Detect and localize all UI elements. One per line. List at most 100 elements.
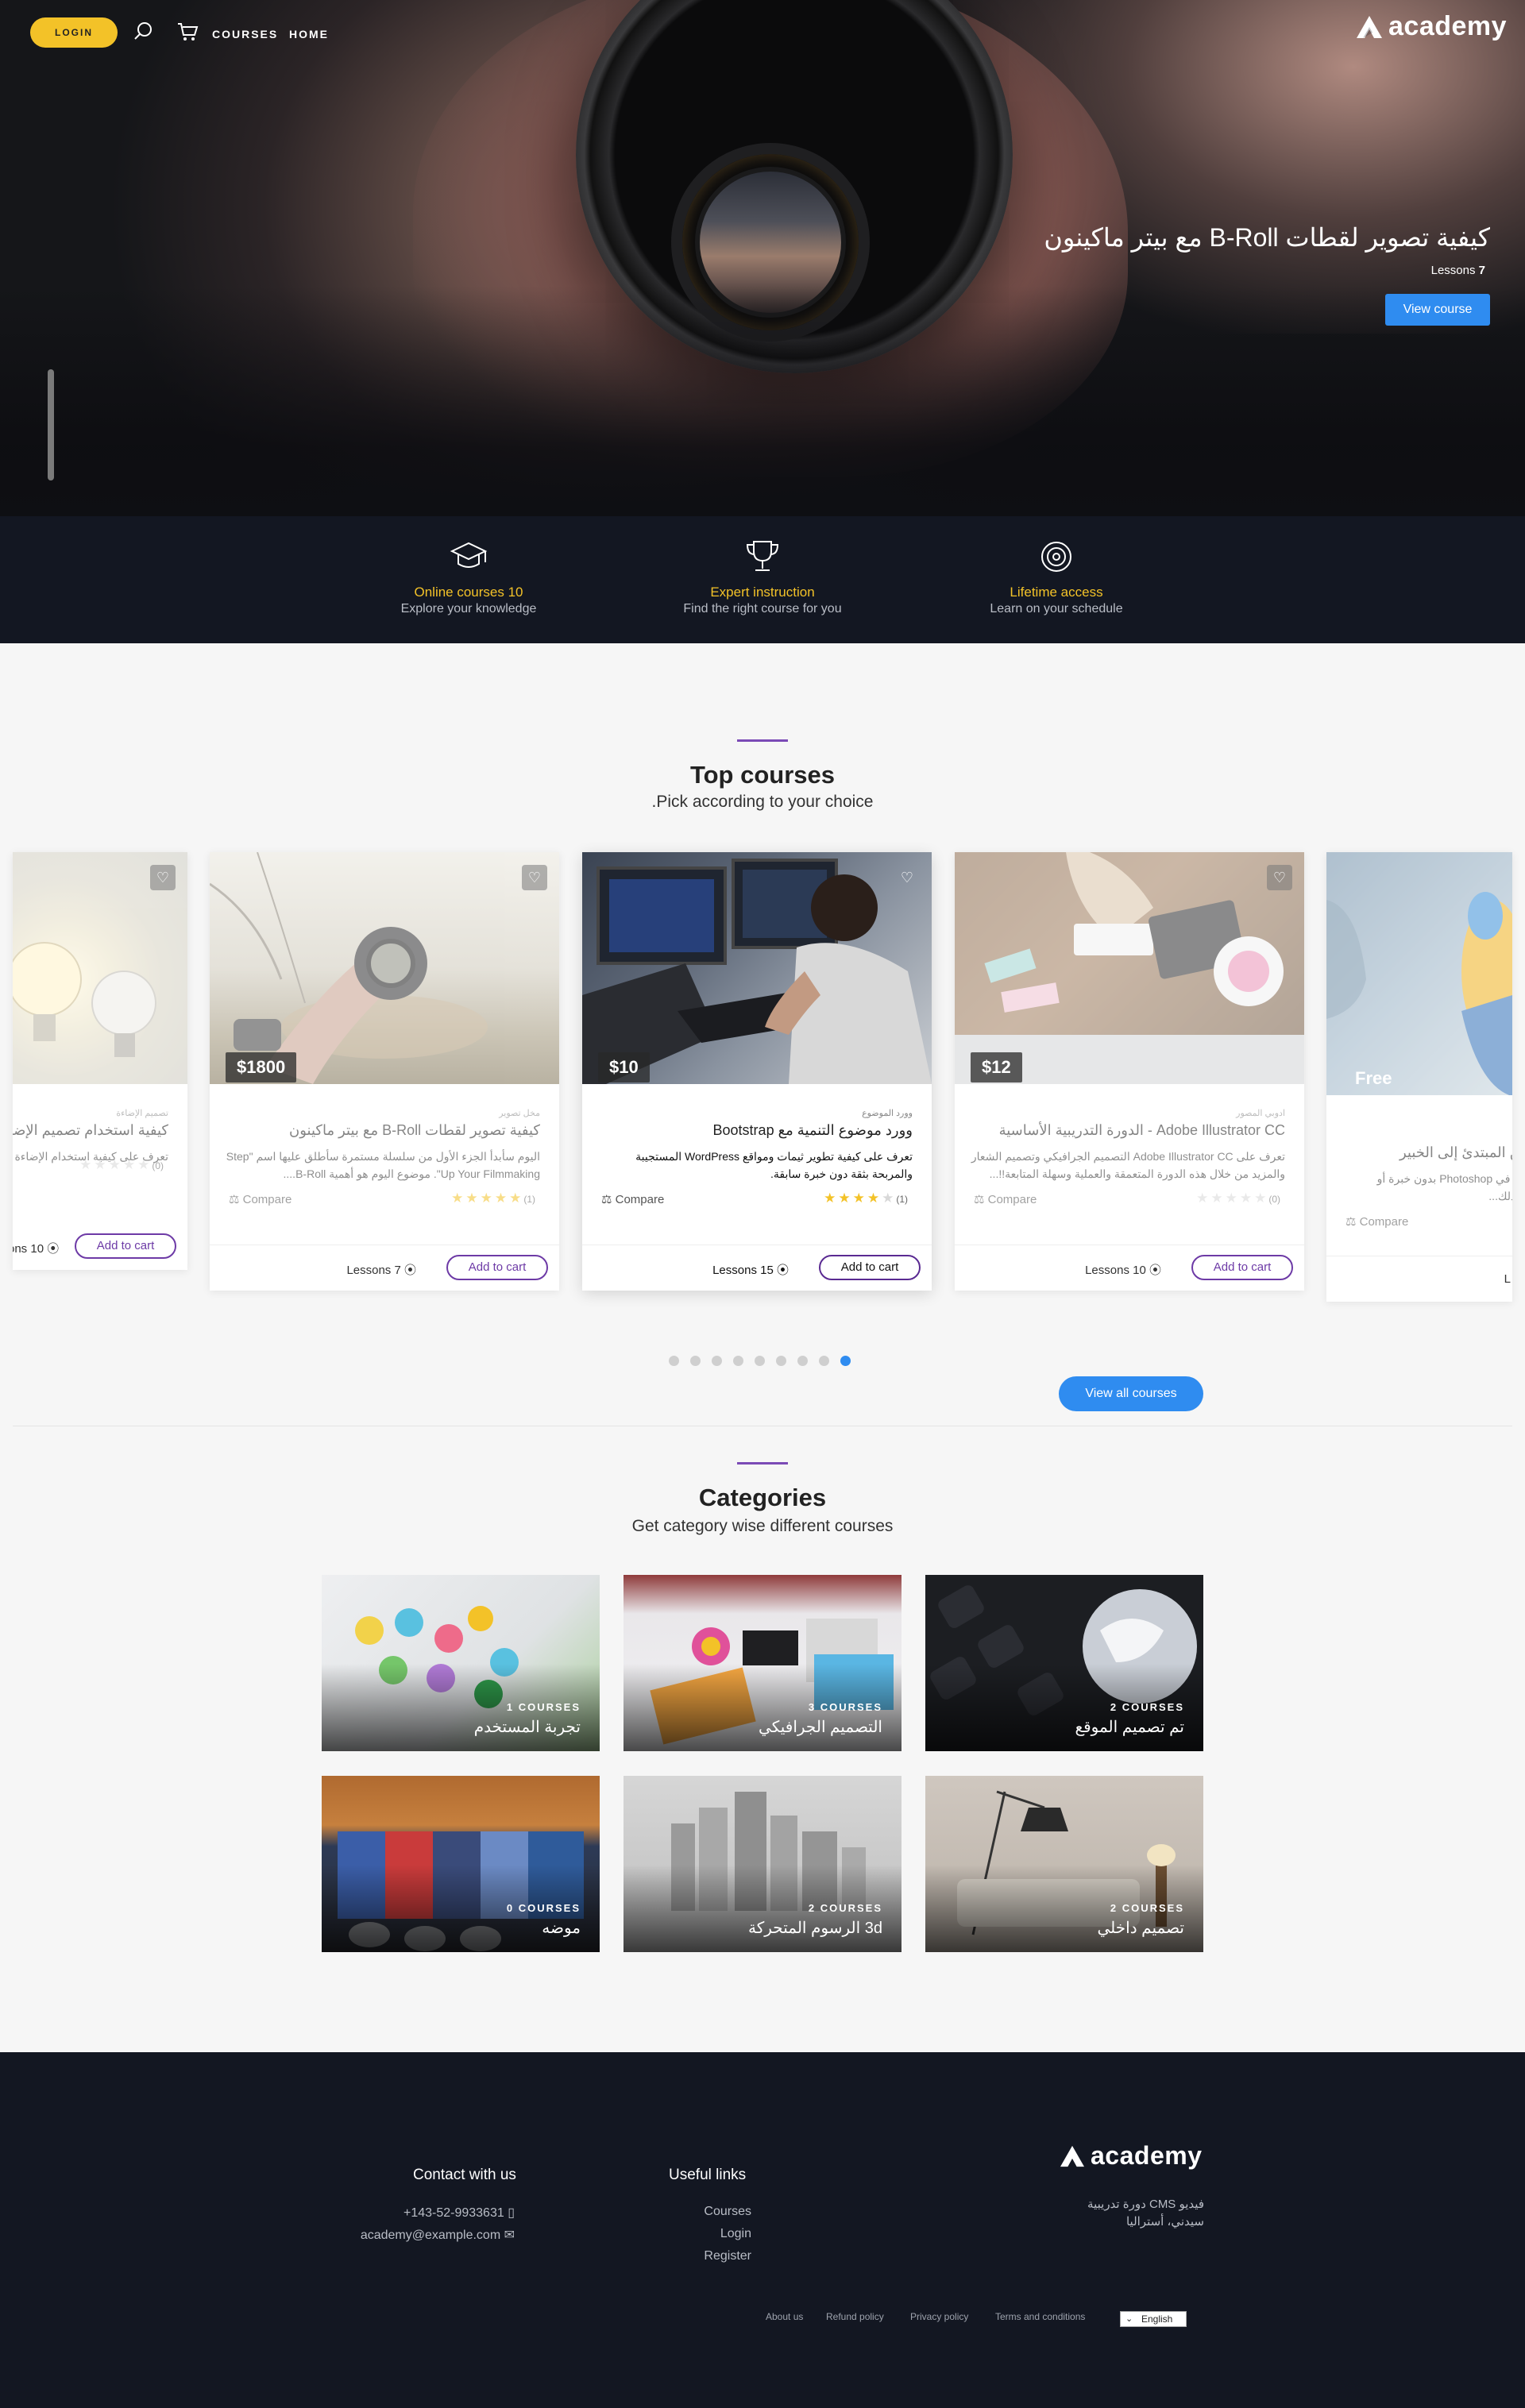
course-title[interactable]: كيفية تصوير لقطات B-Roll مع بيتر ماكينون [222,1122,540,1139]
wishlist-heart-icon[interactable]: ♡ [522,865,547,890]
course-carousel-dots [669,1356,862,1366]
categories-subtitle: Get category wise different courses [631,1517,894,1535]
add-to-cart-button[interactable]: Add to cart [819,1255,921,1280]
footer-link-login[interactable]: Login [635,2227,751,2241]
carousel-dot[interactable] [840,1356,851,1366]
developer-at-computer-image [582,859,932,1084]
category-name: تجربة المستخدم [473,1719,581,1736]
course-title[interactable]: : من المبتدئ إلى الخبير [1361,1144,1512,1161]
course-card-body: مخل تصوير كيفية تصوير لقطات B-Roll مع بي… [210,1108,559,1235]
carousel-dot[interactable] [690,1356,701,1366]
login-button[interactable]: LOGIN [30,17,118,48]
compare-link[interactable]: ⚖ Compare [974,1192,1037,1206]
category-course-count: 2 COURSES [1110,1902,1184,1914]
brand-logo-icon [1060,2145,1084,2167]
category-course-count: 2 COURSES [808,1902,882,1914]
footer-privacy-policy-link[interactable]: Privacy policy [910,2311,968,2322]
category-tile-web-design[interactable]: 2 COURSES تم تصميم الموقع [925,1575,1203,1751]
course-card-active[interactable]: ♡ $10 وورد الموضوع وورد موضوع التنمية مع… [582,852,932,1291]
footer-link-courses[interactable]: Courses [635,2205,751,2219]
carousel-dot[interactable] [755,1356,765,1366]
view-all-courses-button[interactable]: View all courses [1059,1376,1203,1411]
category-course-count: 0 COURSES [506,1902,581,1914]
carousel-dot[interactable] [797,1356,808,1366]
target-icon [1041,542,1071,572]
wishlist-heart-icon[interactable]: ♡ [894,865,920,890]
course-rating: ★★★★★(1) [824,1190,908,1206]
category-name: تصميم داخلي [1097,1920,1185,1937]
wishlist-heart-icon[interactable]: ♡ [1267,865,1292,890]
footer-phone[interactable]: +143-52-9933631 ▯ [365,2205,515,2221]
top-courses-subtitle: .Pick according to your choice [651,793,874,811]
course-card[interactable]: Free : من المبتدئ إلى الخبير خبيراً في P… [1326,852,1512,1302]
feature-title: Online courses 10 [414,585,523,600]
wishlist-heart-icon[interactable]: ♡ [150,865,176,890]
cart-icon[interactable] [176,21,199,43]
graduation-cap-icon [450,542,488,568]
feature-subtitle: Learn on your schedule [990,602,1123,616]
useful-links-title: Useful links [669,2167,747,2183]
nav-home-link[interactable]: HOME [289,28,329,41]
feature-subtitle: Find the right course for you [683,602,842,616]
course-card[interactable]: ♡ $12 ادوبي المصور Adobe Illustrator CC … [955,852,1304,1291]
course-card[interactable]: ♡ $1800 مخل تصوير كيفية تصوير لقطات B-Ro… [210,852,559,1291]
category-course-count: 2 COURSES [1110,1701,1184,1713]
footer-about-us-link[interactable]: About us [766,2311,803,2322]
category-tile-interior-design[interactable]: 2 COURSES تصميم داخلي [925,1776,1203,1952]
footer-address-line2: سيدني، أستراليا [1125,2215,1204,2229]
course-card-footer: Lessons 15 ⦿ Add to cart [582,1245,932,1291]
language-select[interactable]: ⌄ English [1120,2311,1187,2327]
course-card[interactable]: ♡ تصميم الإضاءة كيفية استخدام تصميم الإض… [13,852,187,1270]
footer-refund-policy-link[interactable]: Refund policy [826,2311,884,2322]
view-course-button[interactable]: View course [1385,294,1490,326]
category-tile-graphic-design[interactable]: 3 COURSES التصميم الجرافيكي [624,1575,901,1751]
compare-link[interactable]: ⚖ Compare [601,1192,664,1206]
brand-logo[interactable]: academy [1355,11,1507,42]
category-tile-fashion[interactable]: 0 COURSES موضه [322,1776,600,1952]
hero-course-title: كيفية تصوير لقطات B-Roll مع بيتر ماكينون [1044,223,1490,252]
course-rating: ★★★★★(0) [79,1157,164,1172]
compare-link[interactable]: ⚖ Compare [1345,1214,1408,1229]
language-select-value: English [1141,2313,1173,2325]
course-thumbnail [582,852,932,1084]
course-title[interactable]: Adobe Illustrator CC - الدورة التدريبية … [967,1122,1285,1139]
course-rating: ★★★★★(0) [1196,1190,1280,1206]
carousel-dot[interactable] [733,1356,743,1366]
hero-slider-indicator[interactable] [48,369,54,480]
category-name: التصميم الجرافيكي [759,1719,882,1736]
course-category: تصميم الإضاءة [116,1109,168,1118]
category-name: تم تصميم الموقع [1075,1719,1184,1736]
brand-logo-icon [1357,15,1382,38]
footer-terms-link[interactable]: Terms and conditions [995,2311,1085,2322]
carousel-dot[interactable] [776,1356,786,1366]
site-footer: academy فيديو CMS دورة تدريبية سيدني، أس… [0,2052,1525,2408]
nav-courses-link[interactable]: COURSES [212,28,278,41]
course-thumbnail [1326,852,1512,1095]
category-course-count: 3 COURSES [808,1701,882,1713]
brand-name: academy [1388,11,1508,41]
course-category: مخل تصوير [499,1109,540,1118]
category-tile-ux[interactable]: 1 COURSES تجربة المستخدم [322,1575,600,1751]
carousel-dot[interactable] [819,1356,829,1366]
compare-link[interactable]: ⚖ Compare [229,1192,291,1206]
add-to-cart-button[interactable]: Add to cart [75,1233,176,1259]
course-price: Free [1355,1068,1392,1088]
category-course-count: 1 COURSES [506,1701,581,1713]
add-to-cart-button[interactable]: Add to cart [446,1255,548,1280]
carousel-dot[interactable] [712,1356,722,1366]
search-icon[interactable] [133,21,154,41]
trophy-icon [746,541,779,571]
course-lessons: Lessons 10 ⦿ [1085,1264,1161,1277]
carousel-dot[interactable] [669,1356,679,1366]
category-tile-3d-animation[interactable]: 2 COURSES 3d الرسوم المتحركة [624,1776,901,1952]
course-title[interactable]: وورد موضوع التنمية مع Bootstrap [595,1122,913,1139]
feature-subtitle: Explore your knowledge [400,602,537,616]
footer-email[interactable]: academy@example.com ✉ [334,2227,515,2243]
footer-brand-logo[interactable]: academy [1059,2141,1202,2171]
add-to-cart-button[interactable]: Add to cart [1191,1255,1293,1280]
category-name: 3d الرسوم المتحركة [748,1920,882,1937]
parrot-image [1326,892,1512,1095]
footer-link-register[interactable]: Register [635,2249,751,2263]
course-title[interactable]: كيفية استخدام تصميم الإضاءة لـ [13,1122,168,1139]
course-card-footer: ons 10 ⦿ Add to cart [13,1224,187,1270]
